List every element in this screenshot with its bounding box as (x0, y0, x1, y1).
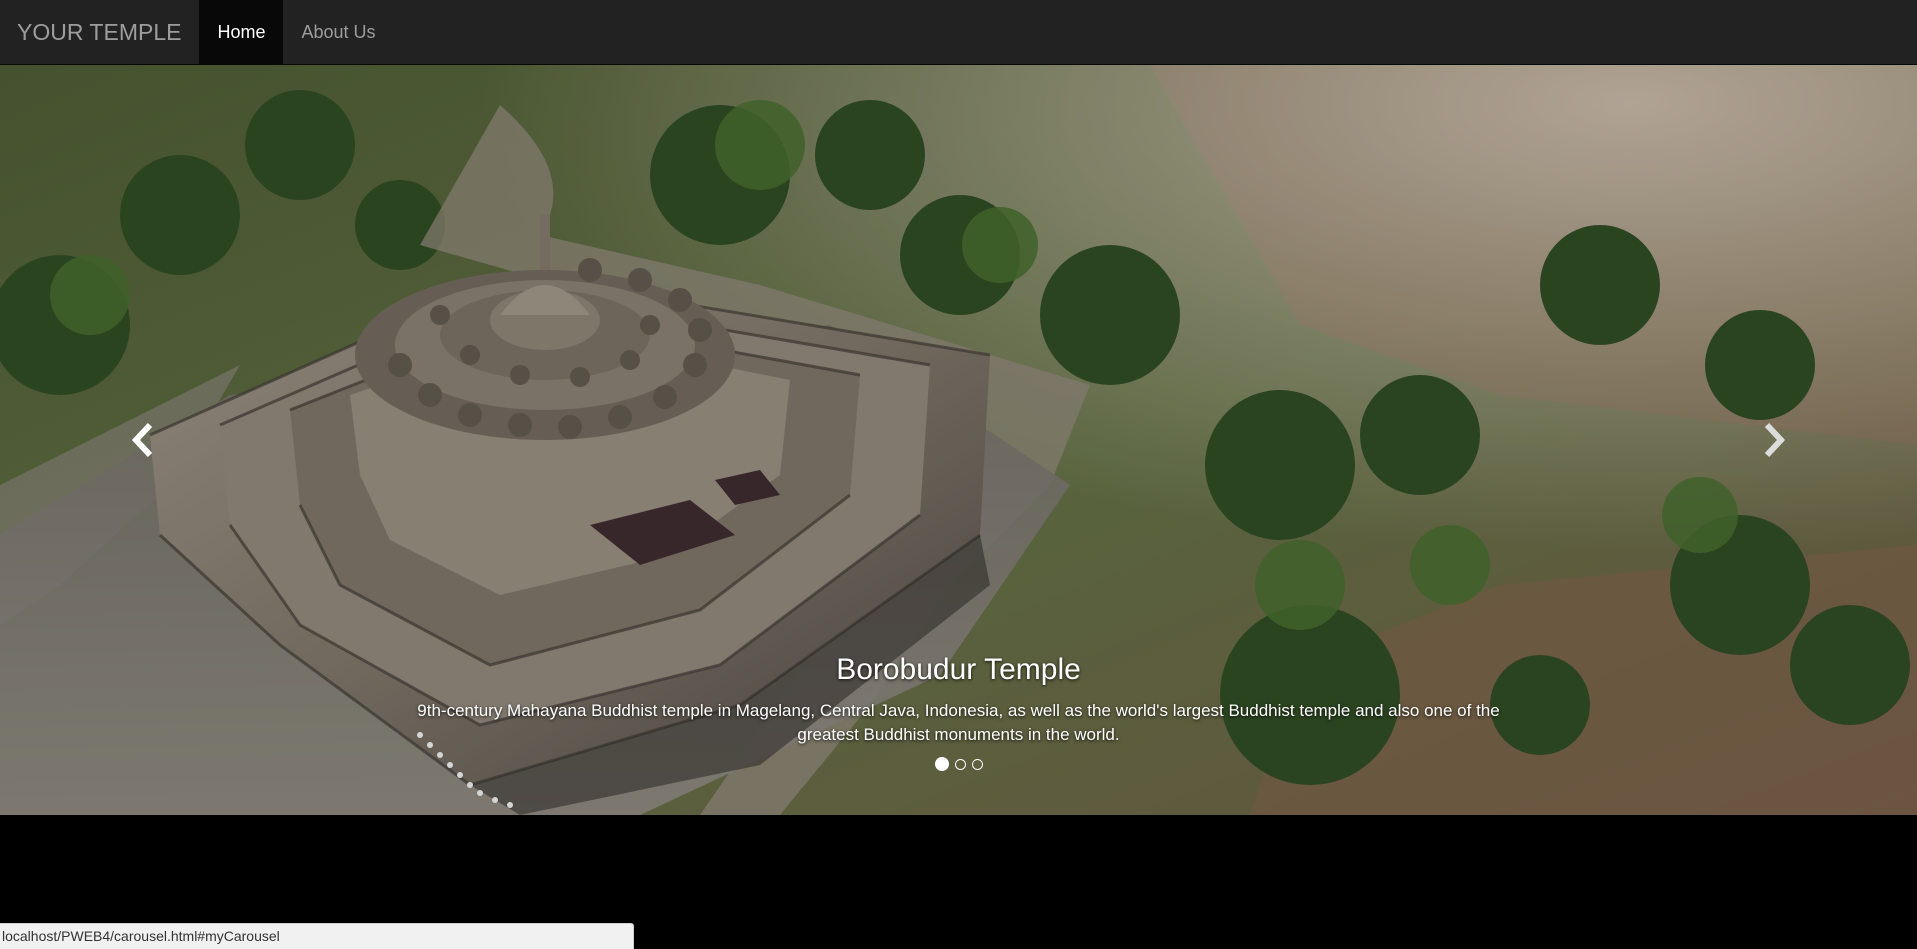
brand-link[interactable]: YOUR TEMPLE (0, 0, 199, 64)
caption-title: Borobudur Temple (836, 653, 1081, 686)
nav-item-about-us[interactable]: About Us (283, 0, 393, 64)
chevron-right-icon (1764, 422, 1786, 458)
nav-item-home[interactable]: Home (199, 0, 284, 64)
browser-status-bar: localhost/PWEB4/carousel.html#myCarousel (0, 923, 634, 949)
carousel-indicator-1[interactable] (934, 757, 949, 771)
carousel-indicator-3[interactable] (971, 758, 983, 770)
chevron-left-icon (131, 422, 153, 458)
carousel-indicators (0, 757, 1917, 771)
top-navbar: YOUR TEMPLE Home About Us (0, 0, 1917, 65)
image-carousel: Borobudur Temple 9th-century Mahayana Bu… (0, 65, 1917, 815)
caption-text: 9th-century Mahayana Buddhist temple in … (417, 701, 1500, 744)
carousel-indicator-2[interactable] (954, 758, 966, 770)
carousel-caption: Borobudur Temple 9th-century Mahayana Bu… (0, 653, 1917, 747)
